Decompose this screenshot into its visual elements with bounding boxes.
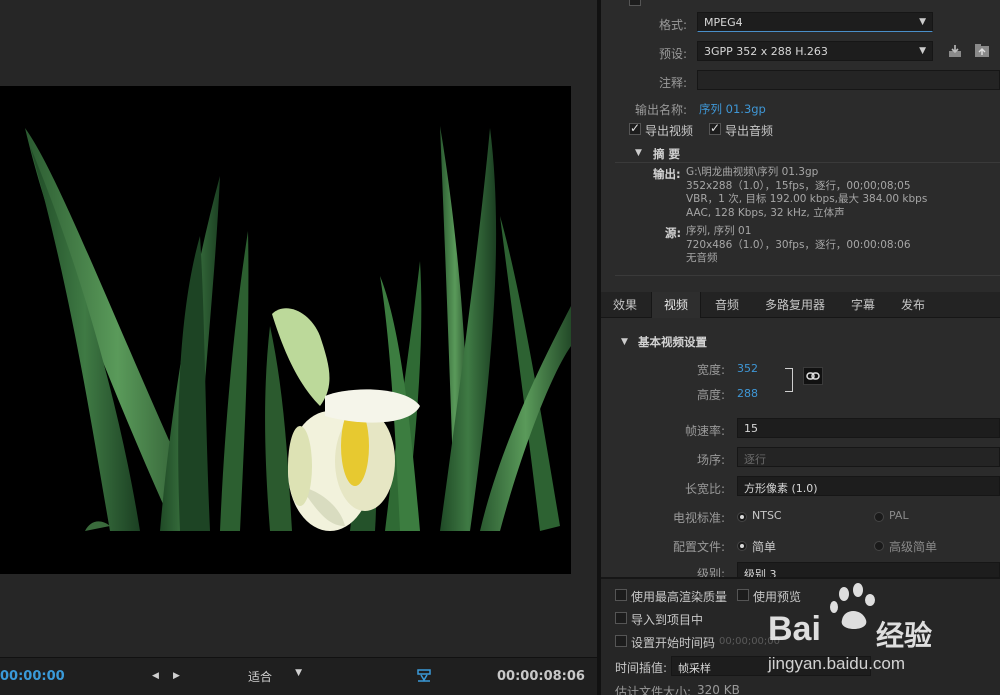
- summary-source-line: 720x486（1.0），30fps，逐行，00:00:08:06: [686, 238, 911, 251]
- output-name-link[interactable]: 序列 01.3gp: [699, 101, 766, 117]
- narcissus-flower-image: [0, 86, 571, 574]
- watermark-url: jingyan.baidu.com: [768, 654, 906, 673]
- profile-simple-radio[interactable]: [737, 541, 747, 551]
- use-previews-checkbox[interactable]: [737, 589, 749, 601]
- export-video-checkbox[interactable]: [629, 121, 641, 135]
- estimated-filesize-label: 估计文件大小:: [615, 685, 692, 695]
- tab-captions[interactable]: 字幕: [841, 292, 885, 318]
- preset-label: 预设:: [658, 47, 687, 61]
- fit-zoom-select[interactable]: 适合 ▼: [240, 666, 306, 686]
- settings-tab-bar: 效果 视频 音频 多路复用器 字幕 发布: [601, 292, 1000, 318]
- max-render-quality-checkbox[interactable]: [615, 589, 627, 601]
- watermark-brand: Bai: [768, 610, 821, 648]
- field-order-label: 场序:: [696, 453, 725, 467]
- tab-video[interactable]: 视频: [651, 292, 701, 318]
- framerate-select[interactable]: 15: [737, 418, 1000, 438]
- baidu-jingyan-watermark: Bai 经验 jingyan.baidu.com: [762, 580, 1000, 680]
- profile-advanced-label: 高级简单: [889, 540, 938, 554]
- basic-video-settings-title: 基本视频设置: [638, 335, 707, 349]
- output-name-label: 输出名称:: [634, 103, 687, 117]
- summary-source-line: 序列, 序列 01: [686, 225, 752, 237]
- ntsc-label: NTSC: [752, 509, 782, 522]
- fit-select-label: 适合: [248, 670, 273, 684]
- profile-advanced-radio[interactable]: [874, 541, 884, 551]
- max-render-quality-label: 使用最高渲染质量: [631, 590, 728, 604]
- match-sequence-checkbox[interactable]: [629, 0, 641, 6]
- chevron-down-icon: ▼: [919, 46, 926, 56]
- summary-output-line: AAC, 128 Kbps, 32 kHz, 立体声: [686, 206, 845, 219]
- width-value[interactable]: 352: [737, 362, 758, 375]
- pal-radio[interactable]: [874, 512, 884, 522]
- summary-output-lines: G:\明龙曲视频\序列 01.3gp 352x288（1.0），15fps，逐行…: [686, 166, 996, 220]
- summary-output-head: 输出:: [653, 167, 681, 181]
- estimated-filesize-value: 320 KB: [697, 683, 740, 695]
- tab-multiplexer[interactable]: 多路复用器: [757, 292, 833, 318]
- preview-controls-bar: 00:00:00 ◀ ▶ 适合 ▼ 00:00:08:06: [0, 657, 597, 695]
- chain-link-icon[interactable]: [803, 367, 823, 385]
- aspect-label: 长宽比:: [684, 482, 725, 496]
- mark-out-icon[interactable]: ▶: [173, 671, 183, 681]
- height-value[interactable]: 288: [737, 387, 758, 400]
- preset-value: 3GPP 352 x 288 H.263: [704, 45, 828, 58]
- profile-label: 配置文件:: [672, 540, 725, 554]
- collapse-triangle-icon[interactable]: ▼: [635, 148, 642, 158]
- set-start-timecode-label: 设置开始时间码: [631, 636, 716, 650]
- preset-select[interactable]: 3GPP 352 x 288 H.263 ▼: [697, 41, 933, 61]
- tab-effects[interactable]: 效果: [605, 292, 645, 318]
- watermark-brand2: 经验: [876, 619, 933, 652]
- mark-in-icon[interactable]: ◀: [152, 671, 162, 681]
- collapse-triangle-icon[interactable]: ▼: [621, 337, 628, 347]
- framerate-label: 帧速率:: [684, 424, 725, 438]
- summary-output-line: G:\明龙曲视频\序列 01.3gp: [686, 166, 819, 178]
- set-start-timecode-checkbox[interactable]: [615, 635, 627, 647]
- save-preset-icon[interactable]: [947, 43, 963, 59]
- video-settings-panel: ▼ 基本视频设置 宽度: 352 高度: 288 帧速率: 15 场序: 逐行 …: [601, 319, 1000, 582]
- ntsc-radio[interactable]: [737, 512, 747, 522]
- export-audio-label: 导出音频: [725, 124, 774, 138]
- timecode-current[interactable]: 00:00:00: [0, 669, 65, 684]
- video-preview-frame: [0, 86, 571, 574]
- chevron-down-icon: ▼: [295, 668, 302, 678]
- framerate-value: 15: [744, 422, 758, 435]
- summary-title: 摘 要: [653, 147, 681, 161]
- import-into-project-label: 导入到项目中: [631, 613, 704, 627]
- export-audio-checkbox[interactable]: [709, 121, 721, 135]
- export-video-label: 导出视频: [645, 124, 694, 138]
- field-order-value: 逐行: [744, 453, 766, 466]
- pal-label: PAL: [889, 509, 909, 522]
- summary-source-lines: 序列, 序列 01 720x486（1.0），30fps，逐行，00:00:08…: [686, 225, 996, 266]
- summary-source-line: 无音频: [686, 252, 718, 264]
- summary-output-line: VBR，1 次, 目标 192.00 kbps,最大 384.00 kbps: [686, 193, 928, 205]
- height-label: 高度:: [696, 388, 725, 402]
- chevron-down-icon: ▼: [919, 17, 926, 27]
- profile-simple-label: 简单: [752, 540, 777, 554]
- aspect-select[interactable]: 方形像素 (1.0): [737, 476, 1000, 496]
- link-bracket: [785, 368, 793, 392]
- import-preset-icon[interactable]: [973, 43, 991, 59]
- tab-publish[interactable]: 发布: [891, 292, 935, 318]
- export-range-icon[interactable]: [417, 669, 431, 682]
- time-interpolation-label: 时间插值:: [615, 661, 668, 675]
- aspect-value: 方形像素 (1.0): [744, 482, 818, 495]
- comment-label: 注释:: [658, 76, 687, 90]
- timecode-duration: 00:00:08:06: [497, 669, 585, 684]
- preview-pane: 00:00:00 ◀ ▶ 适合 ▼ 00:00:08:06: [0, 0, 597, 695]
- width-label: 宽度:: [696, 363, 725, 377]
- summary-output-line: 352x288（1.0），15fps，逐行，00;00;08;05: [686, 179, 911, 192]
- format-value: MPEG4: [704, 16, 743, 29]
- comment-input[interactable]: [697, 70, 1000, 90]
- summary-source-head: 源:: [665, 226, 682, 240]
- import-into-project-checkbox[interactable]: [615, 612, 627, 624]
- tab-audio[interactable]: 音频: [705, 292, 749, 318]
- format-select[interactable]: MPEG4 ▼: [697, 12, 933, 32]
- format-label: 格式:: [658, 18, 687, 32]
- time-interpolation-value: 帧采样: [678, 662, 711, 675]
- tv-standard-label: 电视标准:: [672, 511, 725, 525]
- field-order-select[interactable]: 逐行: [737, 447, 1000, 467]
